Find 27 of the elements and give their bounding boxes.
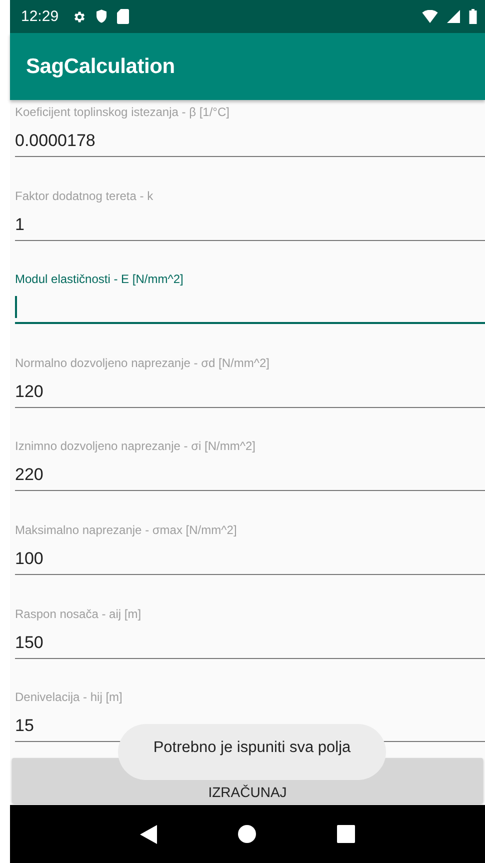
field-label: Raspon nosača - aij [m] [15, 606, 142, 622]
text-cursor [15, 296, 17, 318]
input-field[interactable]: 0.0000178 [15, 126, 485, 157]
field-label: Faktor dodatnog tereta - k [15, 188, 154, 204]
field-label: Modul elastičnosti - E [N/mm^2] [15, 271, 184, 288]
app-title: SagCalculation [26, 54, 175, 78]
wifi-icon [422, 10, 438, 23]
input-field[interactable]: 1 [15, 210, 485, 241]
shield-icon [94, 9, 108, 24]
battery-icon [469, 9, 477, 24]
settings-icon [72, 10, 86, 24]
field-label: Iznimno dozvoljeno naprezanje - σi [N/mm^2] [15, 438, 256, 454]
signal-icon [447, 10, 460, 23]
field-label: Maksimalno naprezanje - σmax [N/mm^2] [15, 522, 238, 538]
input-field[interactable]: 120 [15, 376, 485, 408]
message-toast: Potrebno je ispuniti sva polja [118, 724, 386, 780]
field-label: Koeficijent toplinskog istezanja - β [1/°C] [15, 104, 230, 120]
sd-card-icon [116, 9, 129, 24]
field-label: Denivelacija - hij [m] [15, 689, 124, 706]
recents-icon[interactable] [336, 825, 355, 844]
back-icon[interactable] [140, 824, 158, 844]
input-field[interactable]: 150 [15, 628, 485, 659]
status-time: 12:29 [21, 8, 59, 25]
home-icon[interactable] [238, 825, 256, 844]
input-field[interactable]: 220 [15, 460, 485, 492]
input-field[interactable]: 100 [15, 544, 485, 575]
field-label: Normalno dozvoljeno naprezanje - σd [N/mm^2] [15, 354, 270, 371]
